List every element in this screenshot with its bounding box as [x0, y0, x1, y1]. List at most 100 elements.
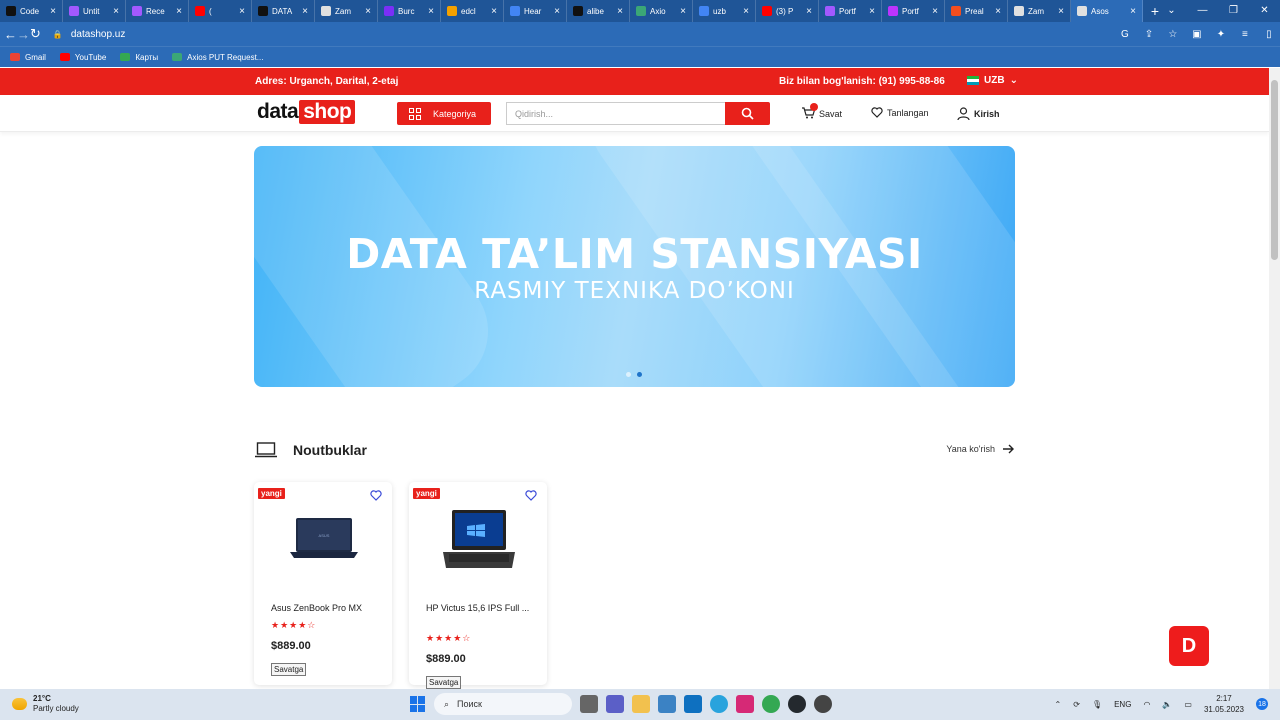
- carousel-dot[interactable]: [626, 372, 631, 377]
- close-tab-icon[interactable]: ×: [554, 6, 560, 17]
- cart-link[interactable]: Savat: [801, 103, 842, 121]
- puzzle-icon[interactable]: ✦: [1215, 29, 1227, 40]
- close-tab-icon[interactable]: ×: [113, 6, 119, 17]
- volume-icon[interactable]: 🔈: [1162, 700, 1172, 709]
- site-info-icon[interactable]: 🔒: [53, 30, 63, 39]
- bookmark-item[interactable]: Gmail: [10, 53, 46, 62]
- browser-tab[interactable]: Preal ×: [945, 0, 1008, 22]
- wifi-icon[interactable]: ◠: [1143, 700, 1150, 709]
- close-tab-icon[interactable]: ×: [239, 6, 245, 17]
- category-button[interactable]: Kategoriya: [397, 102, 491, 125]
- browser-tab[interactable]: Portf ×: [882, 0, 945, 22]
- close-tab-icon[interactable]: ×: [491, 6, 497, 17]
- browser-tab[interactable]: Code ×: [0, 0, 63, 22]
- product-image[interactable]: [439, 508, 519, 572]
- bookmark-star-icon[interactable]: ☆: [1167, 29, 1179, 40]
- weather-widget[interactable]: 21°C Partly cloudy: [12, 694, 79, 714]
- product-image[interactable]: ASUS: [284, 508, 364, 572]
- forward-icon[interactable]: →: [17, 27, 30, 42]
- task-view-icon[interactable]: [580, 695, 598, 713]
- browser-tab[interactable]: alibe ×: [567, 0, 630, 22]
- clock[interactable]: 2:17 31.05.2023: [1204, 693, 1244, 715]
- battery-icon[interactable]: ▭: [1184, 700, 1192, 709]
- browser-tab[interactable]: Untit ×: [63, 0, 126, 22]
- share-icon[interactable]: ⇪: [1143, 29, 1155, 40]
- see-more-link[interactable]: Yana ko'rish: [946, 444, 1015, 454]
- browser-tab[interactable]: Portf ×: [819, 0, 882, 22]
- browser-tab[interactable]: DATA ×: [252, 0, 315, 22]
- bookmark-item[interactable]: YouTube: [59, 53, 106, 62]
- browser-tab[interactable]: uzb ×: [693, 0, 756, 22]
- product-card[interactable]: yangi ASUS Asus ZenBook Pro MX ★★★★☆ $88…: [254, 482, 392, 685]
- search-input[interactable]: [506, 102, 725, 125]
- back-icon[interactable]: ←: [4, 27, 17, 42]
- product-card[interactable]: yangi HP Victus 15,6 IPS Full ... ★★★★☆ …: [409, 482, 547, 689]
- language-indicator[interactable]: ENG: [1114, 700, 1131, 709]
- browser-tab[interactable]: Zam ×: [1008, 0, 1071, 22]
- side-panel-icon[interactable]: ▯: [1263, 29, 1275, 40]
- extension-icon[interactable]: ▣: [1191, 29, 1203, 40]
- chat-icon[interactable]: [606, 695, 624, 713]
- chevron-up-icon[interactable]: ⌃: [1055, 700, 1062, 709]
- reload-icon[interactable]: ↻: [30, 26, 41, 42]
- browser-tab[interactable]: Hear ×: [504, 0, 567, 22]
- taskbar-search[interactable]: ⌕ Поиск: [434, 693, 572, 715]
- notification-badge[interactable]: 18: [1256, 698, 1268, 710]
- bookmark-item[interactable]: Карты: [120, 53, 158, 62]
- language-switcher[interactable]: UZB ⌄: [967, 75, 1018, 86]
- login-link[interactable]: Kirish: [957, 107, 1000, 120]
- close-tab-icon[interactable]: ×: [176, 6, 182, 17]
- close-tab-icon[interactable]: ×: [743, 6, 749, 17]
- close-window-icon[interactable]: ✕: [1249, 0, 1280, 22]
- favorite-heart-icon[interactable]: [370, 490, 382, 501]
- github-desktop-icon[interactable]: [788, 695, 806, 713]
- search-button[interactable]: [725, 102, 770, 125]
- close-tab-icon[interactable]: ×: [617, 6, 623, 17]
- favorites-link[interactable]: Tanlangan: [871, 107, 929, 118]
- browser-tab[interactable]: Burc ×: [378, 0, 441, 22]
- microphone-icon[interactable]: 🎙: [1092, 700, 1102, 709]
- close-tab-icon[interactable]: ×: [428, 6, 434, 17]
- product-name[interactable]: HP Victus 15,6 IPS Full ...: [426, 601, 536, 615]
- close-tab-icon[interactable]: ×: [680, 6, 686, 17]
- close-tab-icon[interactable]: ×: [806, 6, 812, 17]
- close-tab-icon[interactable]: ×: [302, 6, 308, 17]
- store-icon[interactable]: [658, 695, 676, 713]
- close-tab-icon[interactable]: ×: [932, 6, 938, 17]
- browser-tab[interactable]: Zam ×: [315, 0, 378, 22]
- close-tab-icon[interactable]: ×: [869, 6, 875, 17]
- instagram-icon[interactable]: [736, 695, 754, 713]
- close-tab-icon[interactable]: ×: [1058, 6, 1064, 17]
- product-name[interactable]: Asus ZenBook Pro MX: [271, 601, 381, 615]
- vscode-icon[interactable]: [684, 695, 702, 713]
- tab-search-icon[interactable]: ⌄: [1156, 0, 1187, 22]
- app-icon[interactable]: [814, 695, 832, 713]
- favorite-heart-icon[interactable]: [525, 490, 537, 501]
- browser-tab[interactable]: Asos ×: [1071, 0, 1143, 22]
- scrollbar-thumb[interactable]: [1271, 80, 1278, 260]
- close-tab-icon[interactable]: ×: [1130, 6, 1136, 17]
- page-scrollbar[interactable]: [1269, 68, 1280, 689]
- browser-tab[interactable]: Axio ×: [630, 0, 693, 22]
- close-tab-icon[interactable]: ×: [365, 6, 371, 17]
- floating-chat-button[interactable]: D: [1169, 626, 1209, 666]
- browser-tab[interactable]: edcl ×: [441, 0, 504, 22]
- browser-tab[interactable]: Rece ×: [126, 0, 189, 22]
- add-to-cart-button[interactable]: Savatga: [271, 663, 307, 676]
- hero-banner[interactable]: DATA TA’LIM STANSIYASI RASMIY TEXNIKA DO…: [254, 146, 1015, 387]
- close-tab-icon[interactable]: ×: [995, 6, 1001, 17]
- chrome-icon[interactable]: [762, 695, 780, 713]
- add-to-cart-button[interactable]: Savatga: [426, 676, 462, 689]
- site-logo[interactable]: data shop: [257, 100, 356, 124]
- close-tab-icon[interactable]: ×: [50, 6, 56, 17]
- sync-icon[interactable]: ⟳: [1073, 700, 1080, 709]
- google-icon[interactable]: G: [1119, 29, 1131, 40]
- file-explorer-icon[interactable]: [632, 695, 650, 713]
- browser-tab[interactable]: (3) P ×: [756, 0, 819, 22]
- carousel-dot-active[interactable]: [637, 372, 642, 377]
- telegram-icon[interactable]: [710, 695, 728, 713]
- restore-icon[interactable]: ❐: [1218, 0, 1249, 22]
- url-field[interactable]: 🔒 datashop.uz: [52, 25, 1113, 43]
- windows-start-icon[interactable]: [410, 696, 426, 712]
- minimize-icon[interactable]: —: [1187, 0, 1218, 22]
